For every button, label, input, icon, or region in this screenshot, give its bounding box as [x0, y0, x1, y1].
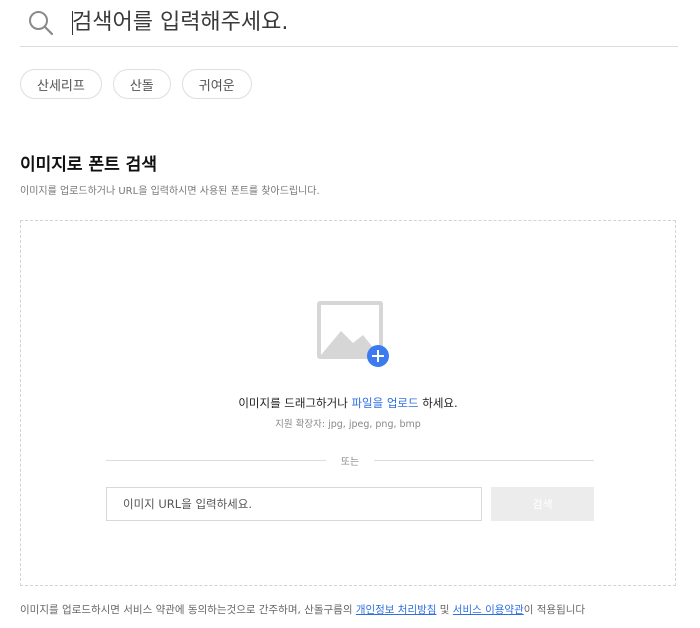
file-upload-link[interactable]: 파일을 업로드	[351, 396, 418, 410]
chip-cute[interactable]: 귀여운	[181, 69, 252, 99]
or-divider: 또는	[106, 453, 594, 469]
image-add-icon[interactable]	[317, 301, 389, 367]
drop-instruction: 이미지를 드래그하거나 파일을 업로드 하세요.	[21, 395, 675, 411]
drop-text-after: 하세요.	[418, 396, 458, 410]
privacy-policy-link[interactable]: 개인정보 처리방침	[356, 604, 437, 616]
image-url-input[interactable]	[106, 487, 482, 521]
tag-chips: 산세리프 산돌 귀여운	[20, 69, 252, 99]
image-dropzone[interactable]: 이미지를 드래그하거나 파일을 업로드 하세요. 지원 확장자: jpg, jp…	[20, 220, 676, 586]
terms-text-after: 이 적용됩니다	[523, 604, 586, 616]
terms-text-middle: 및	[436, 604, 453, 616]
section-title: 이미지로 폰트 검색	[20, 155, 157, 175]
terms-of-service-link[interactable]: 서비스 이용약관	[453, 604, 524, 616]
url-search-button[interactable]: 검색	[491, 487, 594, 521]
supported-formats: 지원 확장자: jpg, jpeg, png, bmp	[275, 419, 421, 430]
search-icon[interactable]	[28, 10, 54, 36]
drop-text-before: 이미지를 드래그하거나	[238, 396, 352, 410]
search-input[interactable]	[72, 2, 672, 42]
divider-line-right	[374, 460, 594, 461]
terms-notice: 이미지를 업로드하시면 서비스 약관에 동의하는것으로 간주하며, 산돌구름의 …	[20, 602, 585, 617]
chip-sandoll[interactable]: 산돌	[112, 69, 171, 99]
terms-text-before: 이미지를 업로드하시면 서비스 약관에 동의하는것으로 간주하며, 산돌구름의	[20, 604, 356, 616]
search-bar	[20, 0, 678, 47]
section-description: 이미지를 업로드하거나 URL을 입력하시면 사용된 폰트를 찾아드립니다.	[20, 186, 320, 197]
chip-sans-serif[interactable]: 산세리프	[20, 69, 102, 99]
